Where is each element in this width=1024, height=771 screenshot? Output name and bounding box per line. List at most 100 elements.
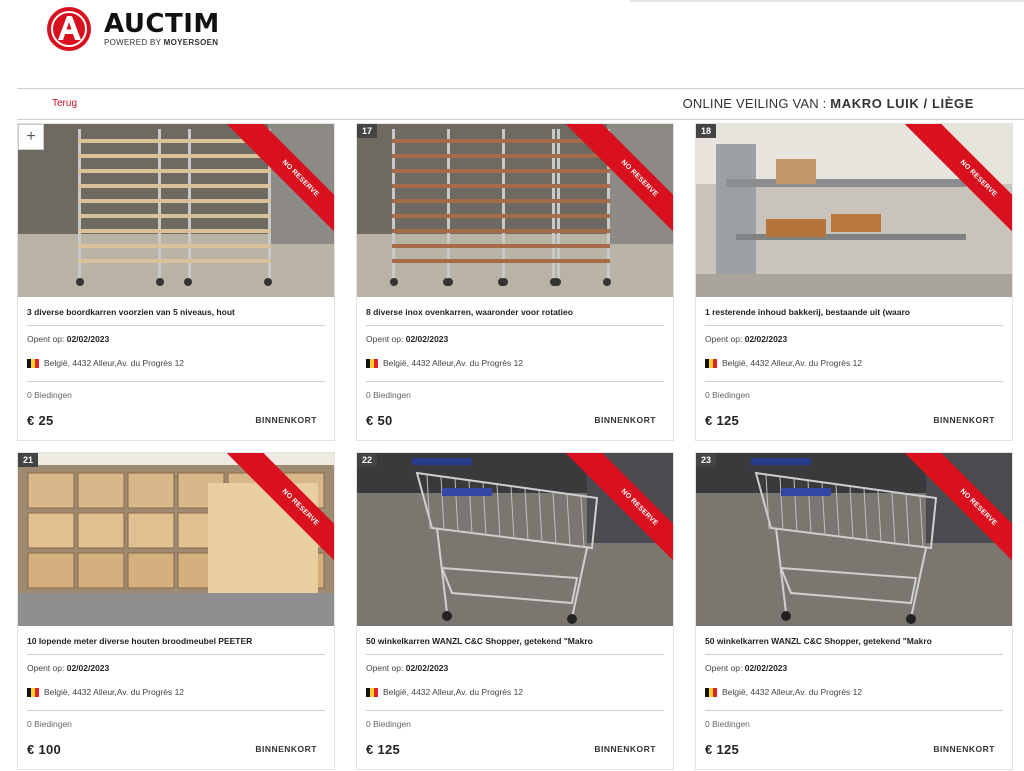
lot-photo[interactable]: + NO RESERVE	[18, 124, 334, 297]
location-text: België, 4432 Alleur,Av. du Progrès 12	[383, 687, 524, 697]
divider	[27, 710, 325, 711]
lot-photo[interactable]: 23 NO RESERVE	[696, 453, 1012, 626]
lot-price: € 125	[705, 742, 740, 757]
lot-price: € 100	[27, 742, 62, 757]
auction-title-prefix: ONLINE VEILING VAN :	[682, 96, 827, 111]
lot-location: België, 4432 Alleur,Av. du Progrès 12	[705, 358, 862, 368]
belgium-flag-icon	[705, 687, 717, 697]
lot-number-badge: 21	[18, 453, 39, 467]
auctim-logo-icon	[47, 7, 91, 51]
divider	[705, 654, 1003, 655]
auction-title: ONLINE VEILING VAN : MAKRO LUIK / LIÈGE	[683, 96, 974, 111]
brand-tagline: POWERED BY MOYERSOEN	[104, 39, 220, 47]
no-reserve-label: NO RESERVE	[905, 124, 1012, 240]
lot-card[interactable]: 21 NO RESERVE 10 lopende meter diverse h…	[17, 452, 335, 770]
lot-status: BINNENKORT	[933, 415, 995, 425]
opens-date: 02/02/2023	[405, 663, 449, 673]
lot-card[interactable]: 18 NO RESERVE 1 resterende inhoud bakker…	[695, 123, 1013, 441]
back-link[interactable]: Terug	[52, 98, 77, 109]
lot-location: België, 4432 Alleur,Av. du Progrès 12	[27, 687, 184, 697]
lot-card[interactable]: 17 NO RESERVE 8 diverse inox ovenkarren,…	[356, 123, 674, 441]
divider	[27, 381, 325, 382]
auctim-logo[interactable]: AUCTIM POWERED BY MOYERSOEN	[46, 6, 220, 52]
lot-price: € 125	[705, 413, 740, 428]
opens-date: 02/02/2023	[405, 334, 449, 344]
opens-date: 02/02/2023	[66, 334, 110, 344]
no-reserve-label: NO RESERVE	[566, 453, 673, 569]
opens-label: Opent op:	[366, 334, 404, 344]
bid-count: 0 Biedingen	[705, 390, 750, 400]
lot-title[interactable]: 3 diverse boordkarren voorzien van 5 niv…	[27, 307, 325, 317]
opens-label: Opent op:	[705, 334, 743, 344]
belgium-flag-icon	[27, 687, 39, 697]
lot-number-badge: 18	[696, 124, 717, 138]
lot-location: België, 4432 Alleur,Av. du Progrès 12	[366, 687, 523, 697]
divider	[366, 654, 664, 655]
no-reserve-label: NO RESERVE	[227, 453, 334, 569]
lot-number-badge: 23	[696, 453, 717, 467]
bid-count: 0 Biedingen	[27, 390, 72, 400]
lot-number-badge: 17	[357, 124, 378, 138]
location-text: België, 4432 Alleur,Av. du Progrès 12	[722, 358, 863, 368]
opens-date: 02/02/2023	[744, 663, 788, 673]
lot-opening-date: Opent op: 02/02/2023	[705, 663, 787, 673]
belgium-flag-icon	[366, 687, 378, 697]
lot-photo[interactable]: 22 NO RESERVE	[357, 453, 673, 626]
divider	[366, 381, 664, 382]
brand-name: AUCTIM	[104, 9, 220, 39]
tagline-company: MOYERSOEN	[163, 38, 219, 47]
lot-location: België, 4432 Alleur,Av. du Progrès 12	[366, 358, 523, 368]
lot-price: € 50	[366, 413, 393, 428]
lot-card[interactable]: + NO RESERVE 3 diverse boordkarren voorz…	[17, 123, 335, 441]
lot-photo[interactable]: 21 NO RESERVE	[18, 453, 334, 626]
divider	[366, 710, 664, 711]
location-text: België, 4432 Alleur,Av. du Progrès 12	[722, 687, 863, 697]
lot-number-badge: 22	[357, 453, 378, 467]
opens-label: Opent op:	[27, 334, 65, 344]
bid-count: 0 Biedingen	[705, 719, 750, 729]
opens-date: 02/02/2023	[66, 663, 110, 673]
lot-opening-date: Opent op: 02/02/2023	[705, 334, 787, 344]
belgium-flag-icon	[705, 358, 717, 368]
no-reserve-label: NO RESERVE	[227, 124, 334, 240]
divider	[705, 710, 1003, 711]
lot-location: België, 4432 Alleur,Av. du Progrès 12	[705, 687, 862, 697]
lot-title[interactable]: 10 lopende meter diverse houten broodmeu…	[27, 636, 325, 646]
lot-status: BINNENKORT	[255, 415, 317, 425]
location-text: België, 4432 Alleur,Av. du Progrès 12	[44, 358, 185, 368]
lot-opening-date: Opent op: 02/02/2023	[366, 334, 448, 344]
add-to-watchlist-button[interactable]: +	[18, 124, 44, 150]
lot-status: BINNENKORT	[594, 415, 656, 425]
lot-price: € 25	[27, 413, 54, 428]
no-reserve-label: NO RESERVE	[905, 453, 1012, 569]
bid-count: 0 Biedingen	[366, 390, 411, 400]
lot-title[interactable]: 8 diverse inox ovenkarren, waaronder voo…	[366, 307, 664, 317]
top-bar-edge	[630, 0, 1024, 2]
lot-card[interactable]: 23 NO RESERVE 50 winkelkarren WANZL C&C …	[695, 452, 1013, 770]
lot-status: BINNENKORT	[255, 744, 317, 754]
lot-location: België, 4432 Alleur,Av. du Progrès 12	[27, 358, 184, 368]
opens-date: 02/02/2023	[744, 334, 788, 344]
lot-title[interactable]: 50 winkelkarren WANZL C&C Shopper, getek…	[705, 636, 1003, 646]
no-reserve-ribbon: NO RESERVE	[896, 124, 1012, 240]
lot-card[interactable]: 22 NO RESERVE 50 winkelkarren WANZL C&C …	[356, 452, 674, 770]
no-reserve-label: NO RESERVE	[566, 124, 673, 240]
no-reserve-ribbon: NO RESERVE	[218, 124, 334, 240]
divider	[366, 325, 664, 326]
lot-photo[interactable]: 17 NO RESERVE	[357, 124, 673, 297]
lot-title[interactable]: 50 winkelkarren WANZL C&C Shopper, getek…	[366, 636, 664, 646]
belgium-flag-icon	[366, 358, 378, 368]
opens-label: Opent op:	[366, 663, 404, 673]
bid-count: 0 Biedingen	[366, 719, 411, 729]
divider	[705, 325, 1003, 326]
lot-photo[interactable]: 18 NO RESERVE	[696, 124, 1012, 297]
tagline-prefix: POWERED BY	[104, 38, 162, 47]
bid-count: 0 Biedingen	[27, 719, 72, 729]
no-reserve-ribbon: NO RESERVE	[218, 453, 334, 569]
no-reserve-ribbon: NO RESERVE	[557, 453, 673, 569]
auction-title-name: MAKRO LUIK / LIÈGE	[830, 96, 974, 111]
opens-label: Opent op:	[705, 663, 743, 673]
divider	[705, 381, 1003, 382]
lot-opening-date: Opent op: 02/02/2023	[27, 663, 109, 673]
lot-title[interactable]: 1 resterende inhoud bakkerij, bestaande …	[705, 307, 1003, 317]
